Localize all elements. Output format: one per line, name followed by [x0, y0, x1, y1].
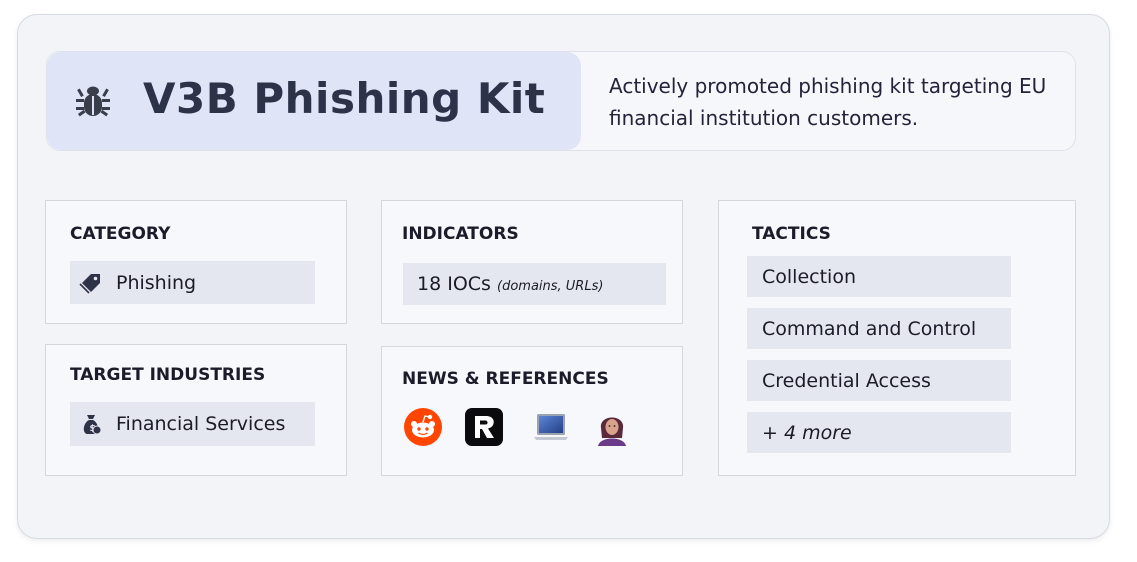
threat-title: V3B Phishing Kit	[143, 74, 546, 123]
indicators-pill[interactable]: 18 IOCs (domains, URLs)	[403, 263, 666, 305]
ioc-count: 18 IOCs	[417, 273, 491, 295]
tag-icon	[79, 274, 100, 294]
target-industries-heading: TARGET INDUSTRIES	[70, 365, 266, 385]
category-panel: CATEGORY Phishing	[45, 200, 347, 324]
tactic-item[interactable]: Command and Control	[747, 308, 1011, 349]
tactics-more-button[interactable]: + 4 more	[747, 412, 1011, 453]
person-avatar-icon[interactable]	[593, 408, 631, 446]
laptop-icon[interactable]	[532, 408, 570, 446]
threat-description: Actively promoted phishing kit targeting…	[609, 74, 1047, 130]
category-value: Phishing	[116, 271, 197, 294]
tactics-heading: TACTICS	[752, 224, 831, 244]
indicators-heading: INDICATORS	[402, 224, 519, 244]
target-industries-panel: TARGET INDUSTRIES $ Financial Services	[45, 344, 347, 476]
bug-icon	[76, 86, 110, 117]
tactic-item[interactable]: Credential Access	[747, 360, 1011, 401]
target-industry-pill[interactable]: $ Financial Services	[70, 402, 315, 446]
indicators-panel: INDICATORS 18 IOCs (domains, URLs)	[381, 200, 683, 324]
news-heading: NEWS & REFERENCES	[402, 369, 609, 389]
tactic-item[interactable]: Collection	[747, 256, 1011, 297]
r-logo-icon[interactable]	[465, 408, 503, 446]
title-box: V3B Phishing Kit	[47, 52, 581, 150]
threat-header: V3B Phishing Kit Actively promoted phish…	[46, 51, 1076, 151]
reddit-icon[interactable]	[404, 408, 442, 446]
category-heading: CATEGORY	[70, 224, 171, 244]
category-pill[interactable]: Phishing	[70, 261, 315, 304]
ioc-detail: (domains, URLs)	[497, 279, 604, 294]
target-industry-value: Financial Services	[116, 413, 286, 435]
money-bag-icon: $	[83, 415, 102, 435]
